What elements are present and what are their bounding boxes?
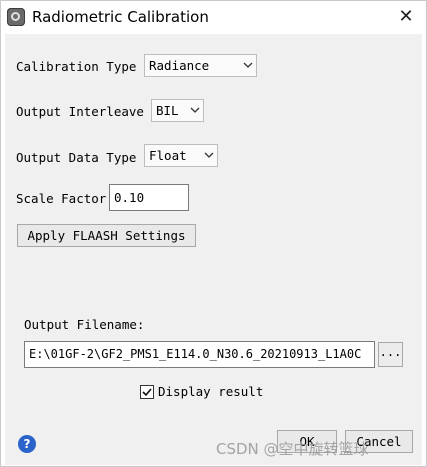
output-data-type-select[interactable]: Float: [144, 144, 218, 167]
check-icon: [142, 388, 152, 397]
chevron-down-icon: [204, 151, 214, 159]
cancel-button[interactable]: Cancel: [345, 430, 413, 453]
browse-button[interactable]: ...: [378, 342, 403, 367]
output-data-type-label: Output Data Type: [16, 150, 137, 165]
help-icon[interactable]: ?: [18, 435, 36, 453]
output-interleave-label: Output Interleave: [16, 104, 144, 119]
chevron-down-icon: [243, 61, 253, 69]
ok-button[interactable]: OK: [277, 430, 337, 453]
calibration-type-select[interactable]: Radiance: [144, 54, 257, 77]
window-title: Radiometric Calibration: [32, 8, 209, 26]
output-filename-label: Output Filename:: [24, 317, 145, 332]
calibration-type-label: Calibration Type: [16, 59, 137, 74]
display-result-label[interactable]: Display result: [158, 384, 263, 399]
title-bar: Radiometric Calibration ✕: [1, 1, 426, 33]
apply-flaash-settings-button[interactable]: Apply FLAASH Settings: [17, 224, 196, 247]
output-interleave-value: BIL: [156, 103, 179, 118]
output-data-type-value: Float: [149, 148, 187, 163]
dialog-body: Calibration Type Radiance Output Interle…: [5, 34, 422, 465]
dialog-window: Radiometric Calibration ✕ Calibration Ty…: [0, 0, 427, 467]
scale-factor-label: Scale Factor: [16, 191, 107, 206]
output-filename-input[interactable]: E:\01GF-2\GF2_PMS1_E114.0_N30.6_20210913…: [24, 341, 375, 368]
output-interleave-select[interactable]: BIL: [151, 99, 204, 122]
calibration-type-value: Radiance: [149, 58, 210, 73]
close-icon[interactable]: ✕: [396, 7, 416, 27]
app-icon: [7, 8, 25, 26]
scale-factor-input[interactable]: 0.10: [109, 184, 189, 211]
chevron-down-icon: [190, 106, 200, 114]
display-result-checkbox[interactable]: [140, 385, 154, 399]
